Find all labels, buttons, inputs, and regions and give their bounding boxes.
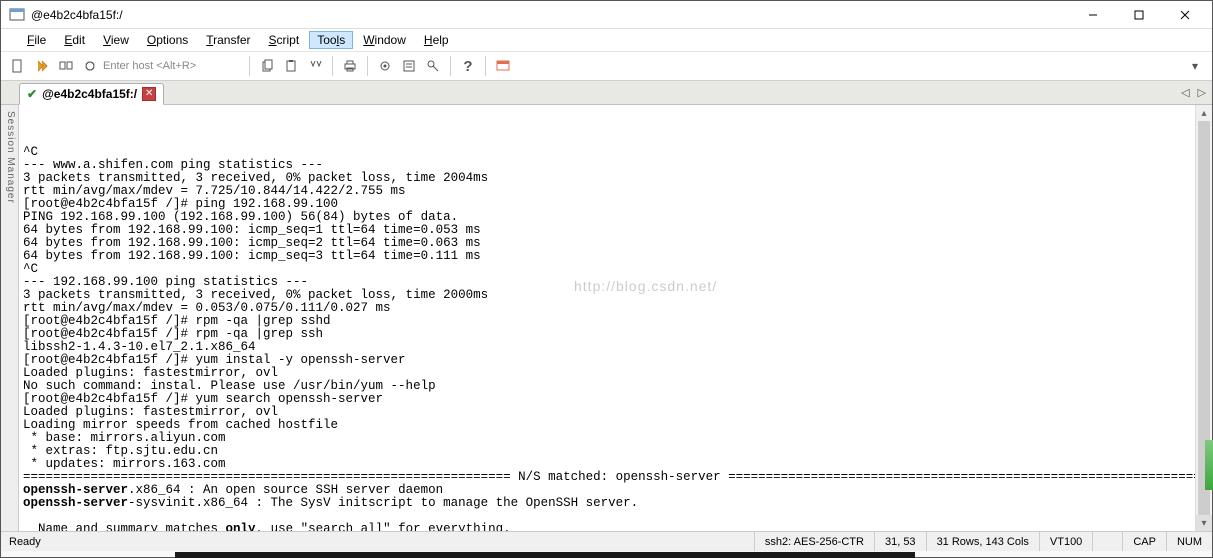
session-manager-sidebar[interactable]: Session Manager — [1, 105, 19, 531]
tab-close-button[interactable]: ✕ — [142, 87, 156, 101]
gear-icon[interactable] — [374, 55, 396, 77]
menu-file[interactable]: File — [19, 31, 54, 49]
separator — [485, 56, 486, 76]
status-cap: CAP — [1122, 532, 1166, 551]
separator — [249, 56, 250, 76]
terminal-line: 64 bytes from 192.168.99.100: icmp_seq=3… — [23, 250, 1191, 263]
menu-transfer[interactable]: Transfer — [198, 31, 258, 49]
status-emu: VT100 — [1039, 532, 1092, 551]
session-options-icon[interactable] — [398, 55, 420, 77]
tab-title: @e4b2c4bfa15f:/ — [42, 87, 137, 101]
menu-script[interactable]: Script — [261, 31, 308, 49]
app-icon — [9, 7, 25, 23]
menu-view[interactable]: View — [95, 31, 137, 49]
menu-edit[interactable]: Edit — [56, 31, 93, 49]
close-button[interactable] — [1162, 2, 1208, 28]
reconnect-icon[interactable] — [55, 55, 77, 77]
key-icon[interactable] — [422, 55, 444, 77]
window-title: @e4b2c4bfa15f:/ — [31, 8, 1070, 22]
tab-nav: ◁ ▷ — [1181, 86, 1206, 99]
separator — [367, 56, 368, 76]
menu-tools[interactable]: Tools — [309, 31, 353, 49]
menu-window[interactable]: Window — [355, 31, 414, 49]
terminal[interactable]: http://blog.csdn.net/ ^C--- www.a.shifen… — [19, 105, 1195, 531]
status-size: 31 Rows, 143 Cols — [926, 532, 1039, 551]
new-session-icon[interactable] — [7, 55, 29, 77]
scroll-down-icon[interactable]: ▾ — [1196, 515, 1212, 531]
menubar: File Edit View Options Transfer Script T… — [1, 29, 1212, 51]
find-icon[interactable] — [304, 55, 326, 77]
maximize-button[interactable] — [1116, 2, 1162, 28]
titlebar: @e4b2c4bfa15f:/ — [1, 1, 1212, 29]
host-input[interactable]: Enter host <Alt+R> — [103, 60, 243, 72]
terminal-line: Name and summary matches only, use "sear… — [23, 523, 1191, 531]
disconnect-icon[interactable] — [79, 55, 101, 77]
xshell-icon[interactable] — [492, 55, 514, 77]
statusbar: Ready ssh2: AES-256-CTR 31, 53 31 Rows, … — [1, 531, 1212, 551]
separator — [450, 56, 451, 76]
status-connection: ssh2: AES-256-CTR — [754, 532, 874, 551]
paste-icon[interactable] — [280, 55, 302, 77]
quick-connect-icon[interactable] — [31, 55, 53, 77]
copy-icon[interactable] — [256, 55, 278, 77]
main: Session Manager http://blog.csdn.net/ ^C… — [1, 105, 1212, 531]
status-num: NUM — [1166, 532, 1212, 551]
scroll-up-icon[interactable]: ▴ — [1196, 105, 1212, 121]
print-icon[interactable] — [339, 55, 361, 77]
terminal-line: openssh-server-sysvinit.x86_64 : The Sys… — [23, 497, 1191, 510]
tabbar: ✔ @e4b2c4bfa15f:/ ✕ ◁ ▷ — [1, 81, 1212, 105]
tab-prev-icon[interactable]: ◁ — [1181, 86, 1189, 99]
help-icon[interactable]: ? — [457, 55, 479, 77]
session-tab[interactable]: ✔ @e4b2c4bfa15f:/ ✕ — [19, 83, 164, 105]
tab-next-icon[interactable]: ▷ — [1198, 86, 1206, 99]
toolbar-overflow-icon[interactable]: ▾ — [1184, 55, 1206, 77]
status-cursor-pos: 31, 53 — [874, 532, 926, 551]
toolbar: Enter host <Alt+R> ? ▾ — [1, 51, 1212, 81]
status-ready: Ready — [1, 536, 754, 548]
black-bar — [175, 552, 915, 558]
green-artifact — [1205, 440, 1213, 490]
menu-options[interactable]: Options — [139, 31, 196, 49]
connected-icon: ✔ — [27, 87, 37, 101]
menu-help[interactable]: Help — [416, 31, 457, 49]
separator — [332, 56, 333, 76]
minimize-button[interactable] — [1070, 2, 1116, 28]
